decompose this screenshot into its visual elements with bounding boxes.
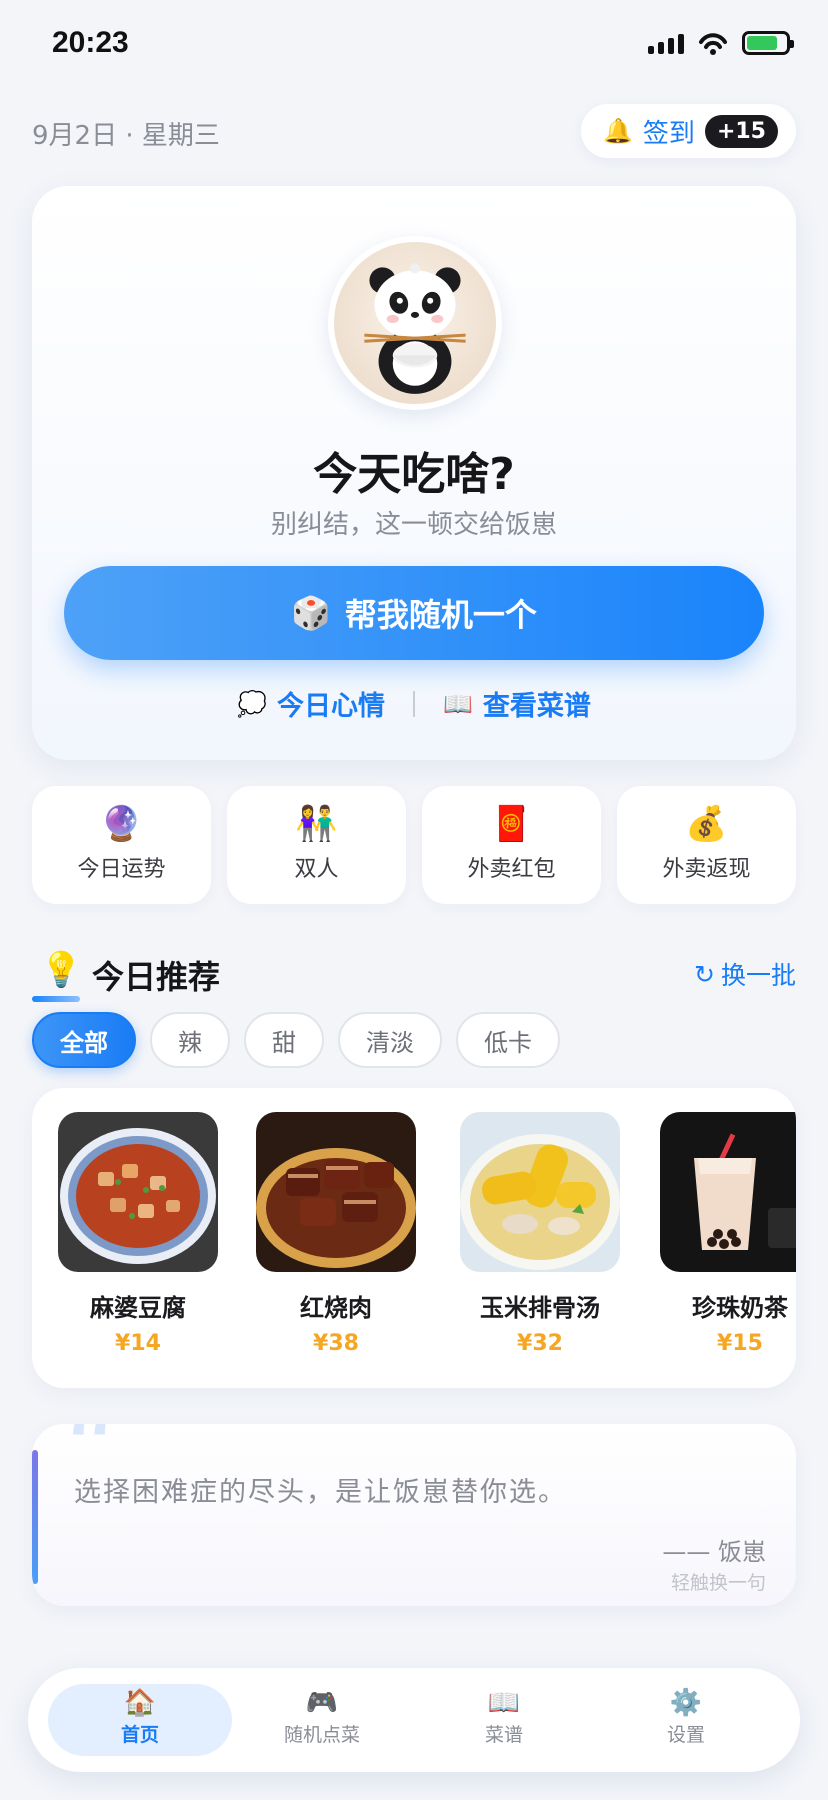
quote-author: —— 饭崽 <box>662 1538 766 1566</box>
gamepad-icon: 🎮 <box>305 1688 339 1718</box>
random-pick-button[interactable]: 🎲 帮我随机一个 <box>64 566 764 660</box>
dish-name: 麻婆豆腐 <box>90 1294 186 1322</box>
dish-name: 红烧肉 <box>300 1294 372 1322</box>
quick-action-cashback[interactable]: 💰 外卖返现 <box>617 786 796 904</box>
filter-chip-sweet[interactable]: 甜 <box>244 1012 324 1068</box>
quick-action-couple[interactable]: 👫 双人 <box>227 786 406 904</box>
thought-bubble-icon: 💭 <box>237 689 267 718</box>
battery-icon <box>742 31 794 55</box>
tab-settings[interactable]: ⚙️ 设置 <box>594 1690 778 1747</box>
tab-recipes[interactable]: 📖 菜谱 <box>412 1690 596 1747</box>
menu-link[interactable]: 📖 查看菜谱 <box>443 684 591 723</box>
bottom-tab-bar: 🏠 首页 🎮 随机点菜 📖 菜谱 ⚙️ 设置 <box>28 1668 800 1772</box>
dish-item[interactable]: 红烧肉 ¥38 <box>256 1112 416 1356</box>
gear-icon: ⚙️ <box>669 1688 703 1718</box>
hero-card: 今天吃啥? 别纠结，这一顿交给饭崽 🎲 帮我随机一个 💭 今日心情 📖 查看菜谱 <box>32 186 796 760</box>
dish-name: 珍珠奶茶 <box>692 1294 788 1322</box>
red-envelope-icon: 🧧 <box>490 804 533 844</box>
dish-carousel[interactable]: 麻婆豆腐 ¥14 红烧肉 ¥38 玉米排骨汤 ¥32 珍珠奶茶 ¥15 <box>32 1088 796 1388</box>
hero-subtitle: 别纠结，这一顿交给饭崽 <box>270 510 557 540</box>
book-icon: 📖 <box>443 689 473 718</box>
crystal-ball-icon: 🔮 <box>100 804 143 844</box>
dish-image-corn-rib-soup <box>460 1112 620 1272</box>
dish-price: ¥14 <box>115 1331 161 1356</box>
bell-icon: 🔔 <box>603 117 633 145</box>
quick-actions: 🔮 今日运势 👫 双人 🧧 外卖红包 💰 外卖返现 <box>32 786 796 904</box>
quote-text: 选择困难症的尽头，是让饭崽替你选。 <box>74 1477 567 1508</box>
mood-link-label: 今日心情 <box>277 691 385 722</box>
filter-chips: 全部 辣 甜 清淡 低卡 <box>32 1012 560 1068</box>
dish-item[interactable]: 玉米排骨汤 ¥32 <box>460 1112 620 1356</box>
tab-label: 首页 <box>120 1724 159 1746</box>
dish-price: ¥32 <box>517 1331 563 1356</box>
filter-chip-all[interactable]: 全部 <box>32 1012 136 1068</box>
money-bag-icon: 💰 <box>685 804 728 844</box>
signin-badge: +15 <box>704 114 778 148</box>
lightbulb-icon: 💡 <box>40 950 83 990</box>
status-bar: 20:23 <box>0 0 828 90</box>
filter-chip-lowcal[interactable]: 低卡 <box>456 1012 560 1068</box>
refresh-label: 换一批 <box>720 961 796 990</box>
signin-button[interactable]: 🔔 签到 +15 <box>581 104 796 158</box>
tab-random-order[interactable]: 🎮 随机点菜 <box>230 1690 414 1747</box>
wifi-icon <box>698 30 728 56</box>
quote-accent-bar <box>32 1450 38 1584</box>
section-underline <box>32 996 80 1002</box>
refresh-button[interactable]: ↻ 换一批 <box>694 956 796 992</box>
filter-chip-light[interactable]: 清淡 <box>338 1012 442 1068</box>
divider <box>413 690 415 717</box>
dish-image-braised-pork <box>256 1112 416 1272</box>
date-text: 9月2日 · 星期三 <box>32 121 220 151</box>
quote-card[interactable]: “ 选择困难症的尽头，是让饭崽替你选。 —— 饭崽 轻触换一句 <box>32 1424 796 1606</box>
dish-price: ¥38 <box>313 1331 359 1356</box>
quick-action-red-envelope[interactable]: 🧧 外卖红包 <box>422 786 601 904</box>
signal-icon <box>648 32 684 54</box>
random-pick-label: 帮我随机一个 <box>344 596 537 634</box>
tab-label: 随机点菜 <box>283 1724 360 1746</box>
dish-image-bubble-tea <box>660 1112 796 1272</box>
home-icon: 🏠 <box>123 1688 157 1718</box>
quote-hint: 轻触换一句 <box>670 1572 766 1594</box>
hero-title: 今天吃啥? <box>313 449 515 500</box>
signin-label: 签到 <box>642 118 695 149</box>
hero-links: 💭 今日心情 📖 查看菜谱 <box>32 684 796 723</box>
dice-icon: 🎲 <box>291 594 331 632</box>
filter-chip-spicy[interactable]: 辣 <box>150 1012 230 1068</box>
panda-mascot-avatar <box>328 236 502 410</box>
dish-item[interactable]: 珍珠奶茶 ¥15 <box>660 1112 796 1356</box>
book-icon: 📖 <box>487 1688 521 1718</box>
dish-name: 玉米排骨汤 <box>480 1294 600 1322</box>
menu-link-label: 查看菜谱 <box>482 691 591 722</box>
mood-link[interactable]: 💭 今日心情 <box>237 684 385 723</box>
dish-item[interactable]: 麻婆豆腐 ¥14 <box>58 1112 218 1356</box>
status-time: 20:23 <box>52 26 129 59</box>
dish-price: ¥15 <box>717 1331 763 1356</box>
dish-image-mapo-tofu <box>58 1112 218 1272</box>
tab-home[interactable]: 🏠 首页 <box>48 1690 232 1747</box>
section-title: 今日推荐 <box>92 958 221 996</box>
couple-icon: 👫 <box>295 804 338 844</box>
refresh-icon: ↻ <box>694 959 715 989</box>
quick-action-fortune[interactable]: 🔮 今日运势 <box>32 786 211 904</box>
quick-action-label: 双人 <box>294 857 339 882</box>
tab-label: 菜谱 <box>484 1724 523 1746</box>
tab-label: 设置 <box>666 1724 705 1746</box>
quick-action-label: 外卖返现 <box>662 857 751 882</box>
quick-action-label: 今日运势 <box>77 857 166 882</box>
quick-action-label: 外卖红包 <box>467 857 556 882</box>
status-icons <box>648 30 794 56</box>
